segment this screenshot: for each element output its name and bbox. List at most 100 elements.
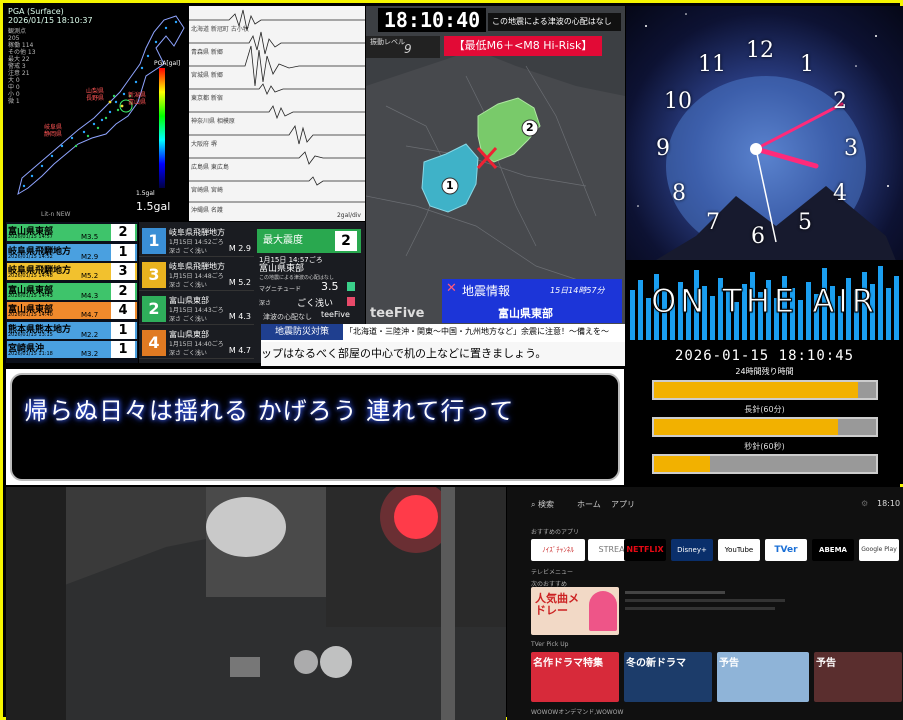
quake-detail-info: 1月15日 14:57ごろ 富山県東部 この地震による津波の心配はなし <box>259 256 361 283</box>
quake-list-item[interactable]: 岐阜県飛騨地方 2026/01/15 14:48 M5.2 3 <box>7 263 137 280</box>
minute-label: 長針(60分) <box>744 405 785 414</box>
tv-home-screen: ⌕ 検索 ホーム アプリ ⚙ 18:10 おすすめのアプリ ﾉｲｽﾞﾁｬﾝﾈﾙ … <box>507 487 903 720</box>
pga-stat: 微 1 <box>8 98 20 105</box>
pga-stat: 大 0 <box>8 77 20 84</box>
pga-stat: 観測点 205 <box>8 28 27 42</box>
on-air-logo: ON THE AIR <box>651 282 878 321</box>
tv-pick-tile[interactable]: 予告 <box>717 652 809 702</box>
lyric-box: 帰らぬ日々は揺れる かげろう 連れて行って <box>10 373 620 481</box>
tv-nav-search[interactable]: ⌕ 検索 <box>531 499 554 510</box>
analog-clock-panel: 12 1 2 3 4 5 6 7 8 9 10 11 <box>626 6 903 278</box>
quake-list-item[interactable]: 熊本県熊本地方 2026/01/15 13:15 M2.2 1 <box>7 321 137 339</box>
pga-time: 2026/01/15 18:10:37 <box>8 16 93 25</box>
tv-nav-apps[interactable]: アプリ <box>611 499 635 510</box>
pga-color-scale <box>159 68 165 188</box>
extra-note: 津波の心配なし <box>263 313 312 321</box>
lyric-panel: 帰らぬ日々は揺れる かげろう 連れて行って <box>6 369 624 485</box>
second-progress-bar <box>652 454 878 474</box>
pga-map-panel: PGA (Surface) 2026/01/15 18:10:37 観測点 20… <box>6 6 188 221</box>
quake-list-mag: M2.2 <box>81 330 99 339</box>
card-time: 1月15日 14:40ごろ <box>169 341 224 348</box>
search-icon: ⌕ <box>531 500 539 509</box>
quake-list-mag: M3.2 <box>81 350 99 358</box>
ticker-body: ップはなるべく部屋の中心で机の上などに置きましょう。 <box>261 342 625 366</box>
card-time: 1月15日 14:48ごろ <box>169 273 224 280</box>
quake-detail-card[interactable]: 2 富山県東部 1月15日 14:43ごろ 深さ ごく浅い M 4.3 <box>139 292 254 325</box>
quake-list-mag: M4.7 <box>81 311 99 319</box>
day-progress-bar <box>652 380 878 400</box>
card-mag: M 5.2 <box>228 278 251 287</box>
tv-nav-label: 検索 <box>538 500 555 509</box>
quake-info-title: 地震情報 <box>462 284 511 298</box>
card-depth: 深さ ごく浅い <box>169 282 207 289</box>
tv-app-tver[interactable]: TVer <box>765 539 807 561</box>
clock-number: 12 <box>746 38 774 63</box>
clock-number: 6 <box>751 224 765 249</box>
tv-pick-tile[interactable]: 予告 <box>814 652 902 702</box>
pga-region-labels-3: 岐阜県 静岡県 <box>44 124 62 138</box>
quake-list-item[interactable]: 富山県東部 2026/01/15 14:40 M4.7 4 <box>7 302 137 319</box>
quake-list-item[interactable]: 岐阜県飛騨地方 2026/01/15 14:52 M2.9 1 <box>7 243 137 261</box>
pga-scale-label: PGA[gal] <box>154 60 181 67</box>
quake-map-brand: teeFive <box>370 306 425 321</box>
close-icon: ✕ <box>446 281 457 296</box>
quake-list-item[interactable]: 宮崎県沖 2026/01/15 11:18 M3.2 1 <box>7 341 137 358</box>
tv-pick-tile[interactable]: 冬の新ドラマ <box>624 652 712 702</box>
tv-featured-tile[interactable]: 人気曲メドレー <box>531 587 619 635</box>
ticker-headline: 「北海道・三陸沖・関東〜中国・九州地方など」余震に注意！〜備えを〜 <box>345 327 609 336</box>
quake-list-mag: M4.3 <box>81 291 99 300</box>
pga-scale-min: 1.5gal <box>136 190 155 197</box>
detail-brand: teeFive <box>321 310 350 319</box>
pga-title: PGA (Surface) <box>8 7 64 16</box>
pga-stat: 注意 21 <box>8 70 30 77</box>
pga-stats: 観測点 205 稼働 114 その他 13 最大 22 警戒 3 注意 21 大… <box>8 28 38 105</box>
card-depth: 深さ ごく浅い <box>169 350 207 357</box>
depth-label: 深さ <box>259 300 272 307</box>
depth-color-icon <box>347 297 355 306</box>
mag-color-icon <box>347 282 355 291</box>
quake-detail-card[interactable]: 4 富山県東部 1月15日 14:40ごろ 深さ ごく浅い M 4.7 <box>139 326 254 359</box>
quake-list-item[interactable]: 富山県東部 2026/01/15 14:43 M4.3 2 <box>7 282 137 300</box>
card-time: 1月15日 14:52ごろ <box>169 239 224 246</box>
tv-app-tile[interactable]: ﾉｲｽﾞﾁｬﾝﾈﾙ <box>531 539 585 561</box>
tv-app-youtube[interactable]: YouTube <box>718 539 760 561</box>
on-air-datetime: 2026-01-15 18:10:45 <box>674 348 855 364</box>
quake-list-item[interactable]: 富山県東部 2026/01/15 14:57 M3.5 2 <box>7 224 137 241</box>
map-label: 長野県 <box>86 95 105 102</box>
quake-detail-card[interactable]: 1 岐阜県飛騨地方 1月15日 14:52ごろ 深さ ごく浅い M 2.9 <box>139 224 254 257</box>
card-depth: 深さ ごく浅い <box>169 316 207 323</box>
risk-banner: 【最低M6＋<M8 Hi-Risk】 <box>444 36 602 56</box>
tv-pick-title: 冬の新ドラマ <box>626 658 686 669</box>
map-label: 山梨県 <box>86 88 105 95</box>
tsunami-note: この地震による津波の心配はなし <box>488 13 621 31</box>
progress-fill <box>654 456 710 472</box>
max-intensity-value: 2 <box>335 231 357 251</box>
clock-number: 4 <box>833 181 847 206</box>
tv-nav-home[interactable]: ホーム <box>577 499 601 510</box>
tv-app-netflix[interactable]: NETFLIX <box>624 539 666 561</box>
tv-app-disney[interactable]: Disney+ <box>671 539 713 561</box>
tv-pick-tile[interactable]: 名作ドラマ特集 <box>531 652 619 702</box>
intensity-marker: 1 <box>446 179 454 192</box>
pga-stat: 中 0 <box>8 84 20 91</box>
quake-list-shindo: 1 <box>111 321 135 339</box>
quake-list-date: 2026/01/15 13:15 <box>8 331 53 338</box>
gear-icon[interactable]: ⚙ <box>861 499 868 508</box>
quake-detail-card[interactable]: 3 岐阜県飛騨地方 1月15日 14:48ごろ 深さ ごく浅い M 5.2 <box>139 258 254 291</box>
pga-stat: その他 13 <box>8 49 36 56</box>
street-scene-image <box>6 487 506 720</box>
quake-list-mag: M2.9 <box>81 252 99 261</box>
intensity-badge: 4 <box>142 330 166 356</box>
quake-list-date: 2026/01/15 14:48 <box>8 273 53 279</box>
second-label: 秒針(60秒) <box>744 442 785 451</box>
quake-list-shindo: 3 <box>111 263 135 280</box>
card-time: 1月15日 14:43ごろ <box>169 307 224 314</box>
card-depth: 深さ ごく浅い <box>169 248 207 255</box>
pga-stat: 小 0 <box>8 91 20 98</box>
intensity-badge: 1 <box>142 228 166 254</box>
quake-info-time: 15日14時57分 <box>550 286 605 295</box>
tv-app-abema[interactable]: ABEMA <box>812 539 854 561</box>
tv-app-google-play[interactable]: Google Play <box>859 539 899 561</box>
quake-list-shindo: 2 <box>111 224 135 241</box>
quake-history-list: 富山県東部 2026/01/15 14:57 M3.5 2 岐阜県飛騨地方 2026/01… <box>6 222 138 363</box>
